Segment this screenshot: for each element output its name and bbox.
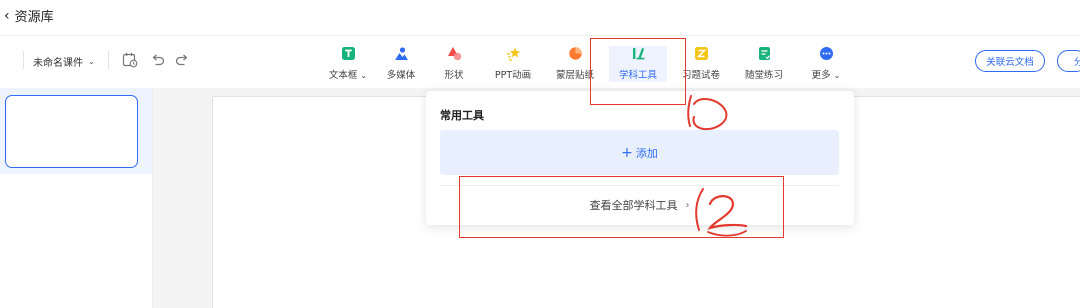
dropdown-title: 常用工具 <box>440 109 484 122</box>
schedule-icon[interactable] <box>121 51 139 69</box>
link-cloud-doc-button[interactable]: 关联云文档 <box>975 50 1045 72</box>
text-box-tool[interactable]: 文本框 ⌄ <box>319 46 377 82</box>
undo-icon[interactable] <box>149 51 167 69</box>
shape-icon <box>447 47 461 61</box>
back-button[interactable]: ‹ 资源库 <box>4 6 54 26</box>
doc-name-label: 未命名课件 <box>33 58 83 69</box>
class-practice-tool[interactable]: 随堂练习 <box>735 46 793 82</box>
toolbar-divider <box>108 51 109 69</box>
slide-thumbnail[interactable] <box>5 95 138 168</box>
annotation-highlight-box <box>590 38 686 105</box>
class-practice-icon <box>758 47 770 60</box>
more-icon <box>819 47 833 60</box>
plus-icon: + <box>621 144 633 161</box>
add-tool-label: 添加 <box>635 146 658 160</box>
chevron-down-icon: ⌄ <box>833 71 841 80</box>
multimedia-tool[interactable]: 多媒体 <box>372 46 430 82</box>
share-button[interactable]: 分 <box>1057 50 1080 72</box>
add-tool-button[interactable]: + 添加 <box>440 130 839 175</box>
tool-label: 多媒体 <box>386 70 416 81</box>
tool-label: 文本框 <box>328 70 358 81</box>
share-label: 分 <box>1074 54 1080 68</box>
ppt-animation-icon <box>506 47 520 61</box>
mask-sticker-icon <box>568 47 582 60</box>
editor-toolbar: 未命名课件 ⌄ 文本框 ⌄ 多媒体 形状 PPT动画 蒙层贴纸 学科工具 习题试… <box>0 37 1080 87</box>
back-label: 资源库 <box>14 10 54 25</box>
annotation-number-two: 2 <box>690 184 748 237</box>
annotation-number-one: 1 <box>682 86 728 131</box>
text-box-icon <box>341 47 355 60</box>
chevron-down-icon: ⌄ <box>88 57 95 66</box>
tool-label: 更多 <box>811 70 831 81</box>
redo-icon[interactable] <box>173 51 191 69</box>
multimedia-icon <box>394 47 408 60</box>
doc-name-dropdown[interactable]: 未命名课件 ⌄ <box>33 54 95 69</box>
link-cloud-doc-label: 关联云文档 <box>986 57 1034 68</box>
tool-label: 形状 <box>444 70 464 81</box>
shape-tool[interactable]: 形状 <box>425 46 483 82</box>
more-tool[interactable]: 更多 ⌄ <box>797 46 855 82</box>
tool-label: PPT动画 <box>494 70 532 81</box>
chevron-left-icon: ‹ <box>4 7 10 24</box>
annotation-label: 2 <box>690 184 691 185</box>
exercise-paper-icon <box>694 47 708 60</box>
chevron-down-icon: ⌄ <box>360 71 368 80</box>
top-header: ‹ 资源库 <box>0 0 1080 36</box>
annotation-label: 1 <box>682 86 683 87</box>
ppt-animation-tool[interactable]: PPT动画 <box>484 46 542 82</box>
toolbar-divider <box>23 51 24 69</box>
tool-label: 随堂练习 <box>744 70 783 81</box>
